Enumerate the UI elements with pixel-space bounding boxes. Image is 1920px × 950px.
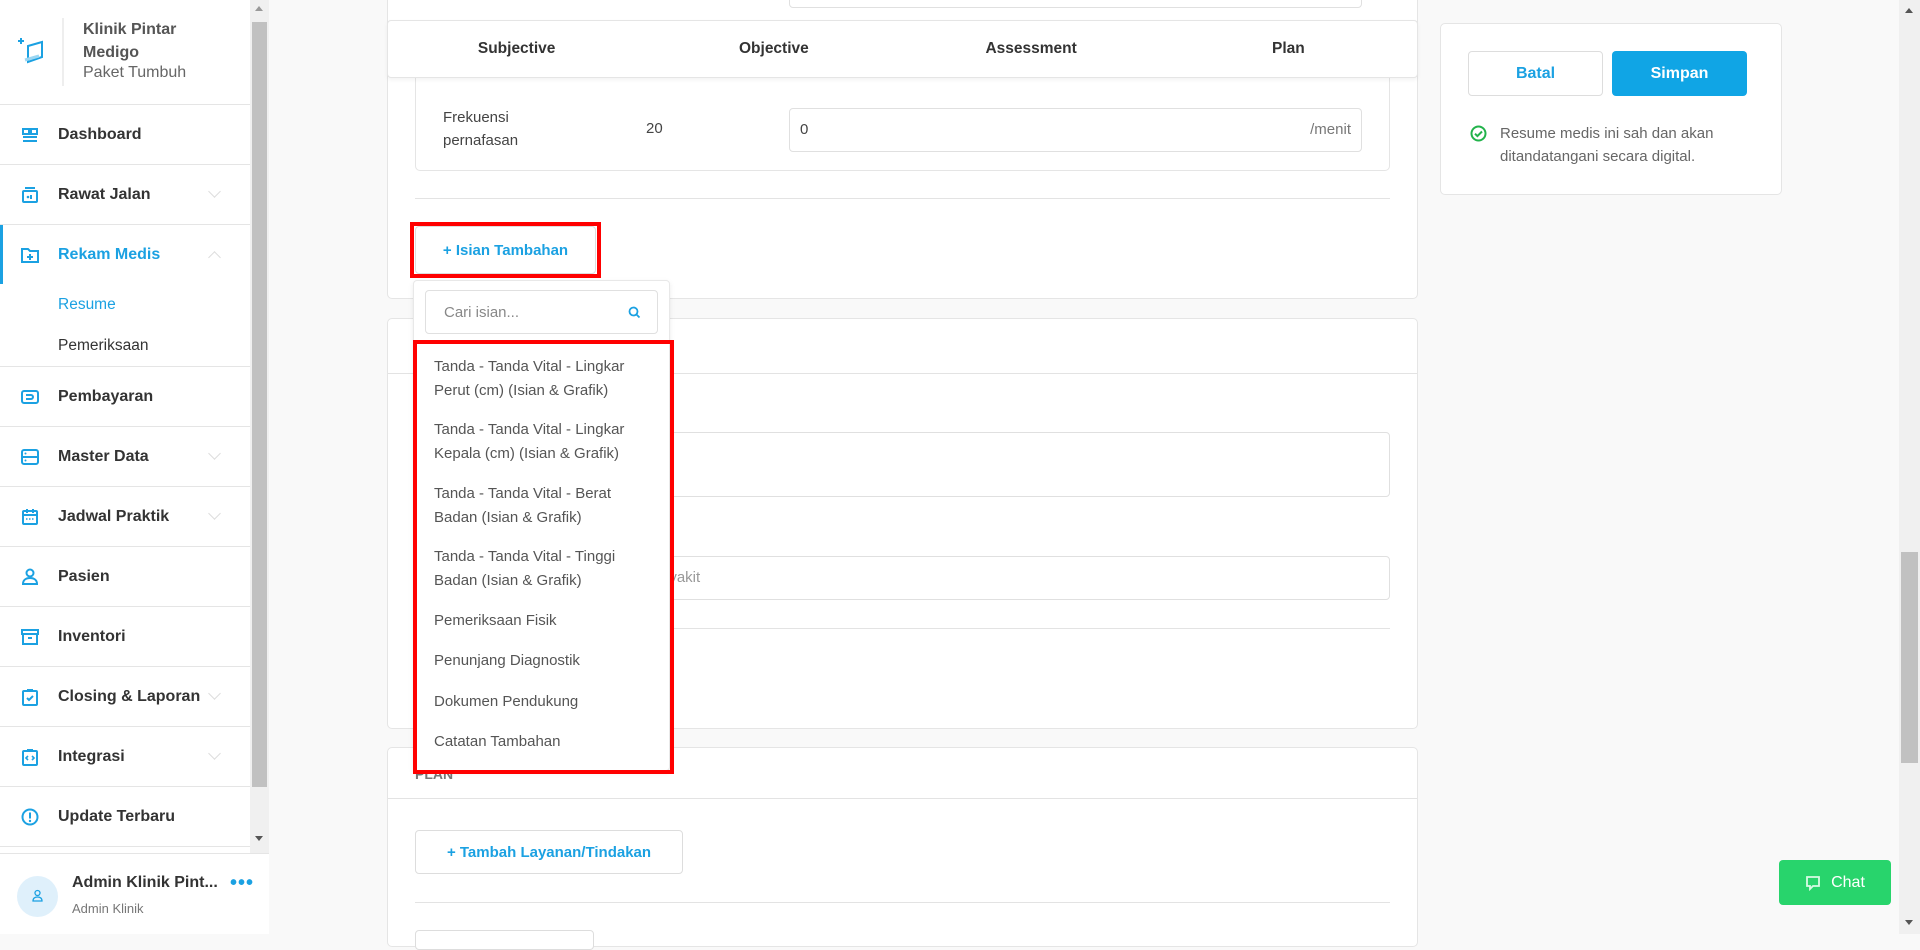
folder-plus-icon xyxy=(21,247,39,263)
vital-normal-value: 20 xyxy=(646,120,663,137)
sidebar-subitem-resume[interactable]: Resume xyxy=(0,284,250,325)
tab-objective[interactable]: Objective xyxy=(645,21,902,77)
digital-signature-note: Resume medis ini sah dan akan ditandatan… xyxy=(1500,125,1714,165)
partial-button[interactable] xyxy=(415,930,594,950)
sidebar-scrollbar[interactable] xyxy=(250,0,269,853)
add-isian-button[interactable]: + Isian Tambahan xyxy=(415,226,596,274)
action-panel xyxy=(1440,23,1782,195)
sidebar-item-label: Pasien xyxy=(58,567,110,585)
user-icon xyxy=(21,568,39,585)
isian-search-input[interactable]: Cari isian... xyxy=(425,290,658,334)
page-scrollbar[interactable] xyxy=(1899,0,1920,934)
calendar-icon xyxy=(22,508,38,525)
sidebar-item-label: Rekam Medis xyxy=(58,245,161,263)
alert-circle-icon xyxy=(21,808,39,825)
clipboard-check-icon xyxy=(22,688,38,706)
sidebar-item-pembayaran[interactable]: Pembayaran xyxy=(0,367,250,427)
code-icon xyxy=(22,748,38,766)
search-icon xyxy=(628,306,641,319)
clinic-logo-icon xyxy=(18,38,43,64)
clinic-name: Klinik Pintar xyxy=(83,21,177,38)
user-footer[interactable]: Admin Klinik Pint... Admin Klinik ••• xyxy=(0,853,269,934)
sidebar-item-label: Pembayaran xyxy=(58,387,154,405)
archive-icon xyxy=(21,628,39,645)
package-name: Paket Tumbuh xyxy=(83,64,187,81)
chevron-down-icon[interactable] xyxy=(208,507,221,520)
add-service-button[interactable]: + Tambah Layanan/Tindakan xyxy=(415,830,683,874)
user-role: Admin Klinik xyxy=(72,901,144,916)
sidebar-item-jadwal-praktik[interactable]: Jadwal Praktik xyxy=(0,487,250,547)
respiration-rate-input[interactable]: 0 /menit xyxy=(789,108,1362,152)
check-circle-icon xyxy=(1470,125,1487,142)
sidebar-item-label: Dashboard xyxy=(58,125,142,143)
tab-subjective[interactable]: Subjective xyxy=(388,21,645,77)
sidebar-item-master-data[interactable]: Master Data xyxy=(0,427,250,487)
sidebar-item-label: Jadwal Praktik xyxy=(58,507,170,525)
chat-bubble-icon xyxy=(1806,875,1820,891)
more-options-icon[interactable]: ••• xyxy=(230,872,254,895)
chevron-up-icon[interactable] xyxy=(208,251,221,264)
server-icon xyxy=(21,448,39,465)
soap-tabbar: Subjective Objective Assessment Plan xyxy=(387,20,1418,78)
sidebar-item-dashboard[interactable]: Dashboard xyxy=(0,105,250,165)
tab-assessment[interactable]: Assessment xyxy=(903,21,1160,77)
unit-label: /menit xyxy=(1310,121,1351,138)
previous-vital-input[interactable] xyxy=(789,0,1362,8)
dashboard-icon xyxy=(22,127,38,142)
sidebar-item-label: Integrasi xyxy=(58,747,125,765)
vital-label: Frekuensi pernafasan xyxy=(443,109,519,149)
sidebar-item-pasien[interactable]: Pasien xyxy=(0,547,250,607)
sidebar-scrollbar-thumb[interactable] xyxy=(252,22,267,787)
avatar xyxy=(17,876,58,917)
user-icon xyxy=(32,889,43,902)
sidebar-item-update-terbaru[interactable]: Update Terbaru xyxy=(0,787,250,847)
sidebar: Klinik Pintar Medigo Paket Tumbuh Dashbo… xyxy=(0,0,269,934)
brand-header: Klinik Pintar Medigo Paket Tumbuh xyxy=(0,0,250,105)
sidebar-item-inventori[interactable]: Inventori xyxy=(0,607,250,667)
highlight-box xyxy=(413,340,674,774)
sidebar-item-rekam-medis[interactable]: Rekam Medis Resume Pemeriksaan xyxy=(0,225,250,367)
save-button[interactable]: Simpan xyxy=(1612,51,1747,96)
chevron-down-icon[interactable] xyxy=(208,447,221,460)
chevron-down-icon[interactable] xyxy=(208,687,221,700)
user-name: Admin Klinik Pint... xyxy=(72,874,218,891)
sidebar-item-label: Master Data xyxy=(58,447,149,465)
outpatient-icon xyxy=(22,186,38,203)
sidebar-item-label: Rawat Jalan xyxy=(58,185,151,203)
chevron-down-icon[interactable] xyxy=(208,185,221,198)
chevron-down-icon[interactable] xyxy=(208,747,221,760)
sidebar-item-rawat-jalan[interactable]: Rawat Jalan xyxy=(0,165,250,225)
sidebar-item-integrasi[interactable]: Integrasi xyxy=(0,727,250,787)
tab-plan[interactable]: Plan xyxy=(1160,21,1417,77)
sidebar-item-label: Update Terbaru xyxy=(58,807,176,825)
cancel-button[interactable]: Batal xyxy=(1468,51,1603,96)
clinic-name-line2: Medigo xyxy=(83,44,139,61)
sidebar-item-closing-laporan[interactable]: Closing & Laporan xyxy=(0,667,250,727)
page-scrollbar-thumb[interactable] xyxy=(1901,552,1918,763)
sidebar-item-label: Inventori xyxy=(58,627,126,645)
payment-icon xyxy=(21,389,39,404)
sidebar-item-label: Closing & Laporan xyxy=(58,687,201,705)
sidebar-subitem-pemeriksaan[interactable]: Pemeriksaan xyxy=(0,325,250,366)
chat-button[interactable]: Chat xyxy=(1779,860,1891,905)
